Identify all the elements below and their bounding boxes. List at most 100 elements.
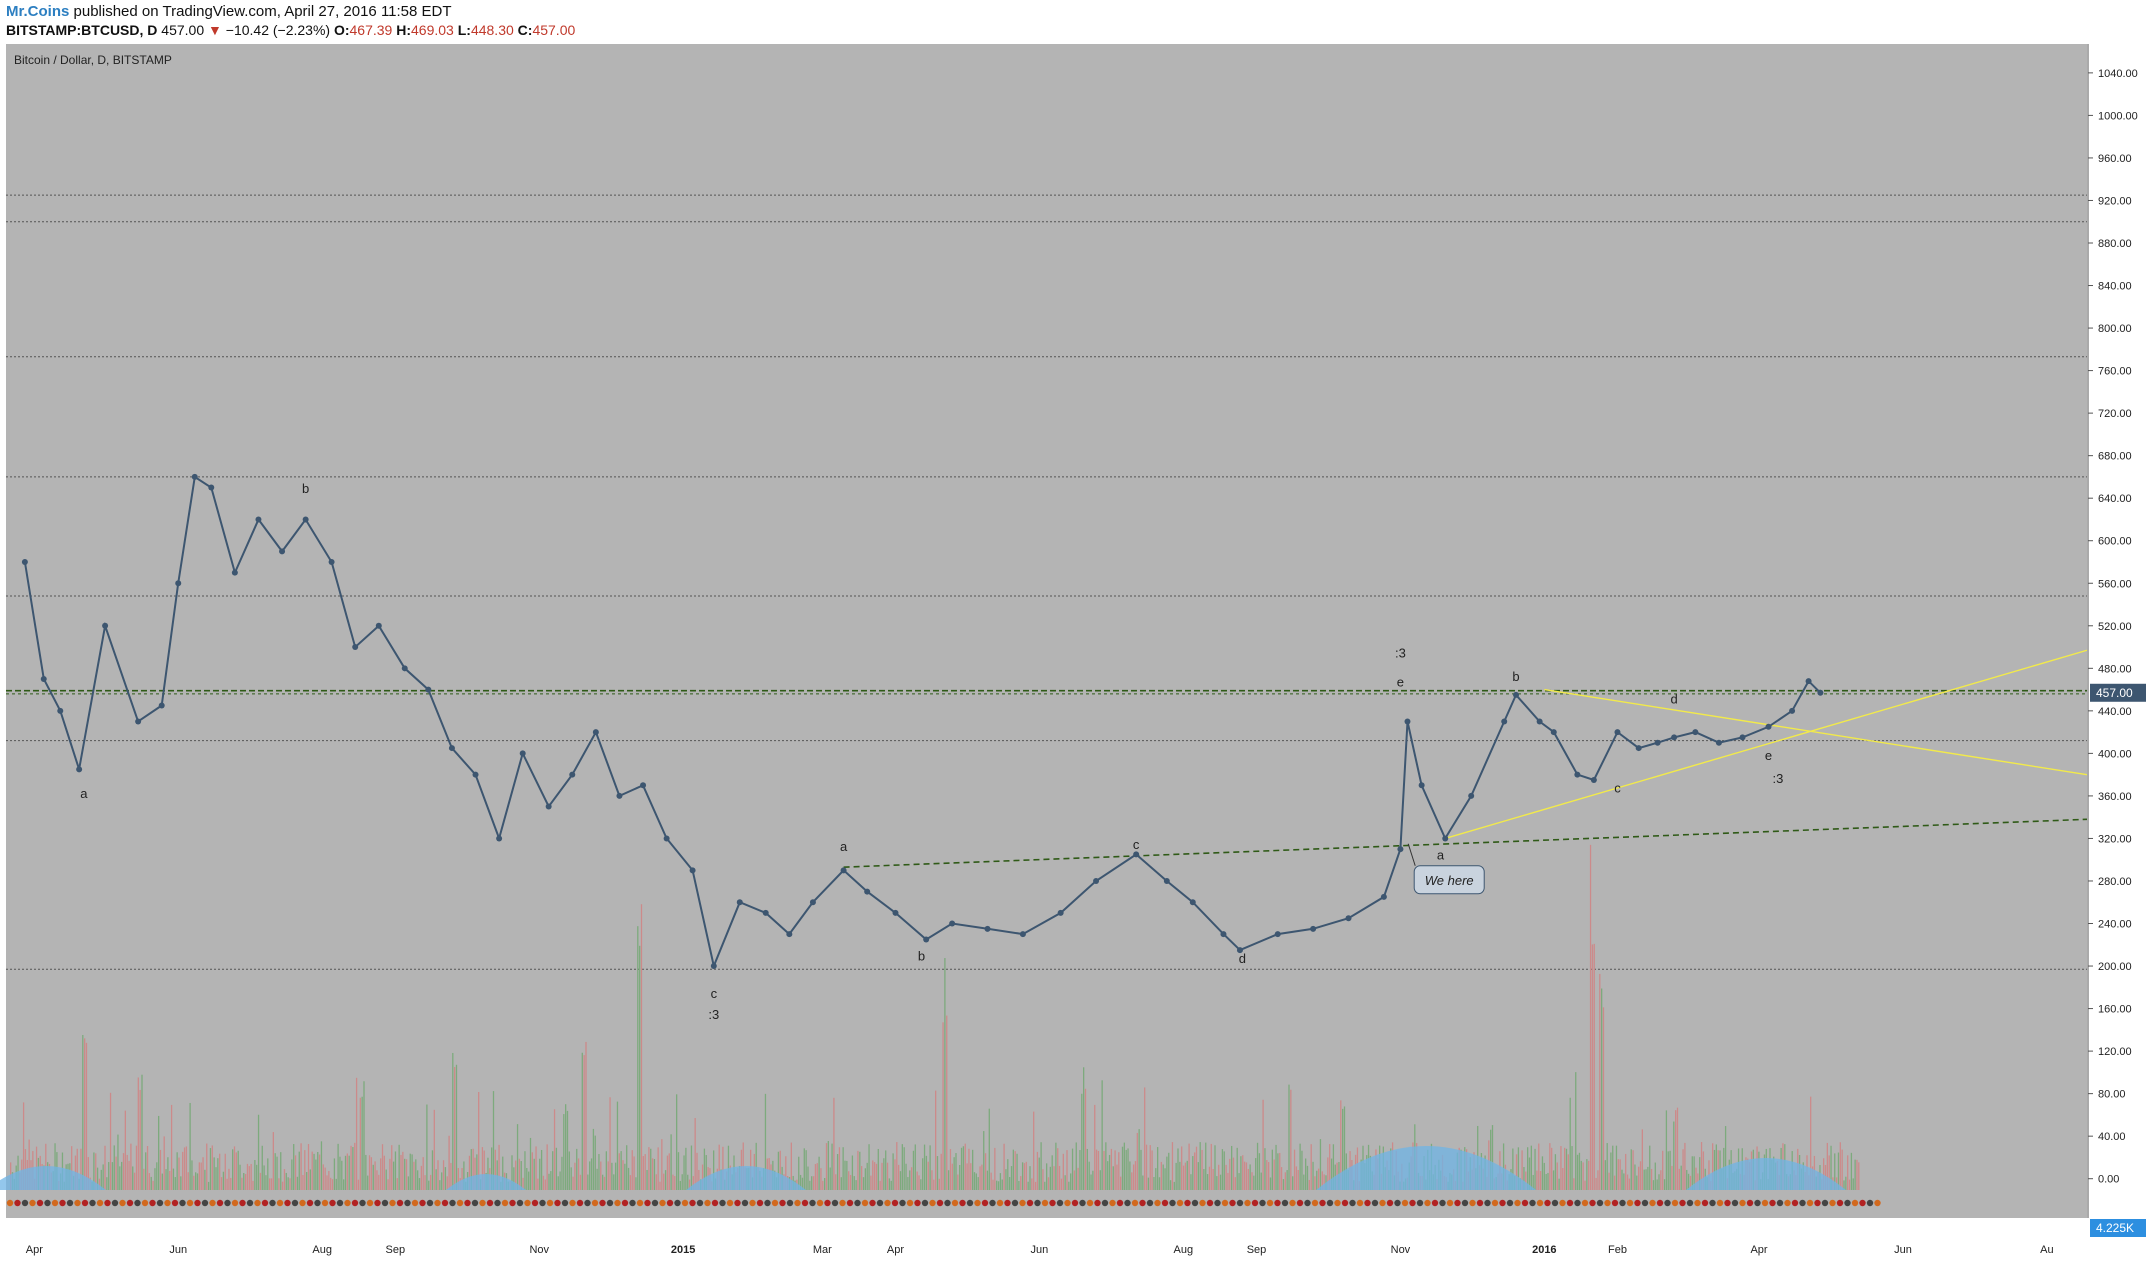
volume-bar — [1578, 1152, 1581, 1190]
event-marker — [1146, 1199, 1154, 1207]
volume-bar — [831, 1143, 833, 1190]
volume-bar — [454, 1067, 456, 1190]
event-marker — [1229, 1199, 1236, 1207]
volume-bar — [1114, 1150, 1116, 1190]
volume-bar — [1613, 1175, 1616, 1190]
event-marker — [321, 1199, 329, 1207]
volume-bar — [244, 1173, 247, 1190]
volume-bar — [274, 1153, 276, 1190]
volume-bar — [664, 1170, 667, 1190]
volume-bar — [444, 1167, 447, 1190]
volume-bar — [825, 1143, 828, 1190]
volume-bar — [344, 1155, 347, 1190]
x-tick-label: Sep — [386, 1244, 406, 1256]
event-marker — [1521, 1199, 1529, 1207]
volume-bar — [570, 1167, 572, 1190]
volume-bar — [905, 1163, 907, 1190]
volume-bar — [1083, 1067, 1085, 1190]
wave-label: c — [1133, 837, 1140, 852]
volume-bar — [899, 1171, 902, 1190]
event-marker — [1334, 1199, 1341, 1207]
volume-bar — [1312, 1161, 1314, 1190]
volume-bar — [1034, 1181, 1037, 1190]
volume-bar — [1530, 1145, 1532, 1190]
event-marker — [1214, 1199, 1221, 1207]
event-marker — [1754, 1199, 1761, 1207]
volume-bar — [1123, 1142, 1125, 1190]
event-marker — [1409, 1199, 1416, 1207]
volume-bar — [822, 1180, 824, 1190]
volume-bar — [446, 1176, 448, 1190]
event-marker — [1439, 1199, 1446, 1207]
volume-bar — [898, 1164, 900, 1190]
volume-bar — [648, 1147, 650, 1190]
volume-bar — [579, 1174, 582, 1190]
volume-bar — [986, 1170, 989, 1190]
event-marker — [1574, 1199, 1581, 1207]
event-marker — [741, 1199, 749, 1207]
volume-bar — [1647, 1166, 1649, 1190]
volume-bar — [1671, 1165, 1673, 1190]
volume-bar — [984, 1153, 987, 1190]
event-marker — [426, 1199, 434, 1207]
volume-bar — [1010, 1166, 1013, 1190]
volume-bar — [1536, 1170, 1538, 1190]
event-marker — [1086, 1199, 1094, 1207]
volume-bar — [559, 1171, 561, 1190]
volume-bar — [322, 1164, 324, 1190]
volume-bar — [130, 1143, 132, 1190]
event-marker — [231, 1199, 239, 1207]
event-marker — [1109, 1199, 1116, 1207]
event-marker — [471, 1199, 479, 1207]
y-tick-label: 880.00 — [2098, 238, 2132, 250]
volume-bar — [1249, 1164, 1251, 1190]
volume-bar — [811, 1176, 813, 1190]
volume-bar — [1212, 1168, 1214, 1190]
volume-bar — [198, 1162, 200, 1190]
volume-bar — [252, 1180, 254, 1190]
volume-bar — [455, 1064, 458, 1190]
event-marker — [1536, 1199, 1544, 1207]
event-marker — [524, 1199, 531, 1207]
volume-bar — [526, 1167, 528, 1190]
y-tick-label: 120.00 — [2098, 1046, 2132, 1058]
event-marker — [44, 1199, 51, 1207]
volume-bar — [1852, 1178, 1854, 1190]
volume-bar — [359, 1097, 361, 1190]
event-marker — [81, 1199, 89, 1207]
volume-bar — [122, 1153, 125, 1190]
event-marker — [966, 1199, 974, 1207]
volume-bar — [348, 1155, 350, 1190]
volume-bar — [146, 1145, 149, 1190]
volume-bar — [1136, 1132, 1138, 1190]
volume-bar — [663, 1173, 665, 1190]
volume-bar — [1229, 1158, 1231, 1190]
volume-bar — [949, 1149, 952, 1190]
event-marker — [1236, 1199, 1244, 1207]
event-marker — [14, 1199, 21, 1207]
volume-bar — [561, 1156, 563, 1190]
event-marker — [209, 1199, 216, 1207]
price-point — [1274, 931, 1281, 938]
chart-title: Bitcoin / Dollar, D, BITSTAMP — [14, 53, 172, 67]
volume-bar — [206, 1143, 208, 1190]
volume-bar — [426, 1104, 428, 1190]
volume-bar — [167, 1157, 169, 1190]
price-point — [21, 558, 28, 565]
event-marker — [1829, 1199, 1836, 1207]
wave-label: a — [80, 786, 88, 801]
volume-bar — [313, 1153, 315, 1190]
event-marker — [1244, 1199, 1251, 1207]
volume-bar — [1025, 1161, 1027, 1190]
volume-bar — [294, 1155, 297, 1190]
x-tick-label: 2016 — [1532, 1244, 1556, 1256]
volume-bar — [163, 1136, 165, 1190]
volume-bar — [833, 1097, 835, 1190]
price-point — [231, 569, 238, 576]
price-chart[interactable]: abc:3abcd:3eabcde:3We here 1040.001000.0… — [0, 0, 2149, 1267]
volume-bar — [422, 1157, 424, 1190]
price-point — [1397, 846, 1404, 853]
volume-bar — [215, 1167, 217, 1190]
volume-bar — [243, 1173, 245, 1190]
volume-bar — [1292, 1176, 1294, 1190]
